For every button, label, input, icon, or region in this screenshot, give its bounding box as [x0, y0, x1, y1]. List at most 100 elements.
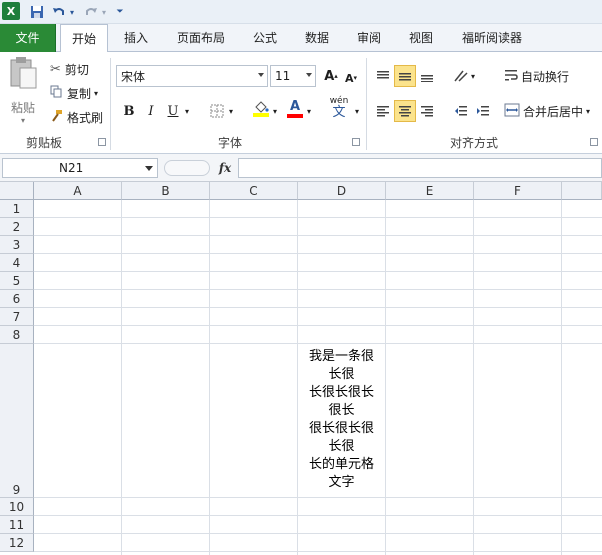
increase-indent-icon[interactable] [472, 100, 494, 122]
borders-icon[interactable] [206, 100, 228, 122]
align-center-icon[interactable] [394, 100, 416, 122]
redo-dropdown-icon[interactable]: ▾ [100, 3, 108, 21]
phonetic-guide-button[interactable]: wén 文 [324, 96, 354, 120]
cell-text-line: 长很 [328, 367, 355, 382]
wrap-text-button[interactable]: 自动换行 [504, 67, 569, 85]
tab-view[interactable]: 视图 [400, 24, 442, 52]
align-left-icon[interactable] [372, 100, 394, 122]
tab-formulas[interactable]: 公式 [244, 24, 286, 52]
row-header-9[interactable]: 9 [0, 344, 34, 498]
tab-foxit-reader[interactable]: 福昕阅读器 [452, 24, 532, 52]
underline-button[interactable]: U [162, 100, 184, 122]
align-middle-icon[interactable] [394, 65, 416, 87]
font-size-value: 11 [275, 69, 291, 83]
column-header-d[interactable]: D [298, 182, 386, 200]
row-header-12[interactable]: 12 [0, 534, 34, 552]
copy-button[interactable]: 复制 ▾ [50, 84, 98, 102]
paste-label: 粘贴 [10, 101, 35, 115]
grid-hline [34, 533, 602, 534]
wrap-text-label: 自动换行 [521, 69, 570, 84]
tab-home[interactable]: 开始 [60, 24, 108, 53]
font-color-button[interactable]: A [284, 98, 306, 120]
wrap-text-icon [504, 68, 518, 85]
font-size-select[interactable]: 11 [270, 65, 316, 87]
increase-font-size-icon[interactable]: A ▴ [320, 65, 342, 87]
clipboard-group-label: 剪贴板 [26, 136, 63, 150]
italic-button[interactable]: I [140, 100, 162, 122]
cell-d9[interactable]: 我是一条很 长很 长很长很长 很长 很长很长很 长很 长的单元格 文字 [298, 348, 385, 492]
phonetic-dropdown-icon[interactable]: ▾ [352, 100, 362, 122]
grid-hline [34, 497, 602, 498]
save-icon[interactable] [28, 3, 46, 21]
column-header-a[interactable]: A [34, 182, 122, 200]
column-header-next[interactable] [562, 182, 602, 200]
redo-icon[interactable] [82, 3, 100, 21]
row-header-6[interactable]: 6 [0, 290, 34, 308]
ribbon: 粘贴 ▾ ✂ 剪切 复制 ▾ 格式刷 剪贴板 宋体 11 A ▴ A ▾ B I U… [0, 52, 602, 154]
scissors-icon: ✂ [50, 61, 61, 77]
undo-icon[interactable] [50, 3, 68, 21]
row-header-7[interactable]: 7 [0, 308, 34, 326]
cell-text-line: 我是一条很 [308, 349, 374, 364]
phonetic-wen-char: 文 [332, 105, 346, 120]
column-header-e[interactable]: E [386, 182, 474, 200]
paste-dropdown-icon: ▾ [20, 116, 25, 125]
row-header-10[interactable]: 10 [0, 498, 34, 516]
row-header-4[interactable]: 4 [0, 254, 34, 272]
underline-dropdown-icon[interactable]: ▾ [182, 100, 192, 122]
bold-button[interactable]: B [118, 100, 140, 122]
font-color-dropdown-icon[interactable]: ▾ [304, 100, 314, 122]
fill-color-dropdown-icon[interactable]: ▾ [270, 100, 280, 122]
quick-access-toolbar: X ▾ ▾ ⏷ [0, 0, 602, 24]
select-all-corner[interactable] [0, 182, 34, 200]
cell-text-line: 长很 [328, 439, 355, 454]
row-header-5[interactable]: 5 [0, 272, 34, 290]
tab-file[interactable]: 文件 [0, 24, 56, 52]
font-launcher-icon[interactable] [352, 138, 360, 146]
format-painter-label: 格式刷 [67, 110, 104, 125]
column-header-c[interactable]: C [210, 182, 298, 200]
cut-label: 剪切 [64, 62, 89, 77]
grid-hline [34, 551, 602, 552]
merge-center-label: 合并后居中 [523, 104, 584, 119]
cell-text-line: 长的单元格 [308, 457, 374, 472]
tab-data[interactable]: 数据 [296, 24, 338, 52]
cut-button[interactable]: ✂ 剪切 [50, 60, 89, 78]
tab-insert[interactable]: 插入 [114, 24, 158, 52]
undo-dropdown-icon[interactable]: ▾ [68, 3, 76, 21]
font-size-dropdown-icon [306, 73, 312, 77]
decrease-indent-icon[interactable] [450, 100, 472, 122]
row-header-2[interactable]: 2 [0, 218, 34, 236]
row-header-11[interactable]: 11 [0, 516, 34, 534]
group-divider [110, 58, 111, 150]
row-header-1[interactable]: 1 [0, 200, 34, 218]
align-top-icon[interactable] [372, 65, 394, 87]
align-right-icon[interactable] [416, 100, 438, 122]
align-bottom-icon[interactable] [416, 65, 438, 87]
column-header-f[interactable]: F [474, 182, 562, 200]
borders-dropdown-icon[interactable]: ▾ [226, 100, 236, 122]
copy-label: 复制 [67, 86, 92, 101]
tab-page-layout[interactable]: 页面布局 [170, 24, 232, 52]
clipboard-launcher-icon[interactable] [98, 138, 106, 146]
font-name-select[interactable]: 宋体 [116, 65, 268, 87]
alignment-launcher-icon[interactable] [590, 138, 598, 146]
customize-toolbar-icon[interactable]: ⏷ [114, 3, 126, 21]
merge-center-button[interactable]: 合并后居中 ▾ [504, 102, 590, 120]
paste-button[interactable]: 粘贴 ▾ [6, 56, 40, 130]
insert-function-icon[interactable]: fx [214, 158, 236, 178]
tab-review[interactable]: 审阅 [348, 24, 390, 52]
formula-splitter[interactable] [164, 160, 210, 176]
worksheet-grid[interactable]: ABCDEF 1 2 3 4 5 6 7 8 9 10 11 12 我是一条很 长很 长很长很长 很长… [0, 182, 602, 555]
orientation-dropdown-icon[interactable]: ▾ [468, 65, 478, 87]
decrease-font-size-icon[interactable]: A ▾ [340, 67, 362, 89]
column-header-b[interactable]: B [122, 182, 210, 200]
name-box[interactable]: N21 [2, 158, 158, 178]
formula-input[interactable] [238, 158, 602, 178]
format-painter-button[interactable]: 格式刷 [50, 108, 103, 126]
grid-hline [34, 325, 602, 326]
row-header-8[interactable]: 8 [0, 326, 34, 344]
cell-text-line: 很长很长很 [308, 421, 374, 436]
fill-color-icon[interactable] [250, 98, 272, 120]
row-header-3[interactable]: 3 [0, 236, 34, 254]
